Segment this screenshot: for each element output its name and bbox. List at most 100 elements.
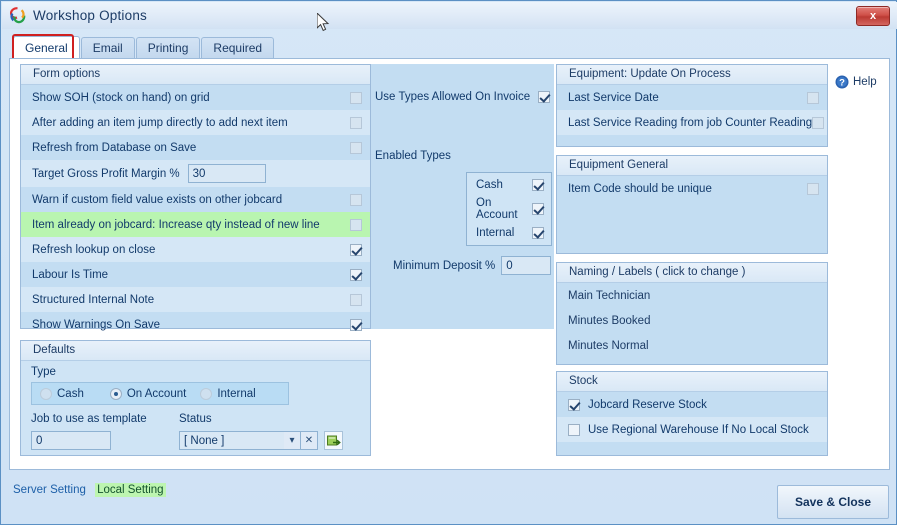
row-show-soh[interactable]: Show SOH (stock on hand) on grid xyxy=(21,85,370,110)
naming-labels-rows: Main Technician Minutes Booked Minutes N… xyxy=(557,283,827,358)
checkbox-regional-warehouse[interactable] xyxy=(568,423,580,436)
row-label: Refresh lookup on close xyxy=(32,243,156,256)
checkbox-refresh-lookup-close[interactable] xyxy=(350,243,362,256)
radio-internal[interactable] xyxy=(200,387,213,400)
row-label: Labour Is Time xyxy=(32,268,109,281)
naming-item-minutes-normal[interactable]: Minutes Normal xyxy=(557,333,827,358)
server-setting-link[interactable]: Server Setting xyxy=(13,484,86,496)
type-label: On Account xyxy=(476,197,518,221)
row-last-service-date[interactable]: Last Service Date xyxy=(557,85,827,110)
checkbox-jump-next-item[interactable] xyxy=(350,116,362,129)
row-label: Structured Internal Note xyxy=(32,293,155,306)
use-types-label: Use Types Allowed On Invoice xyxy=(375,91,531,103)
naming-label: Main Technician xyxy=(568,289,651,302)
equipment-update-group: Equipment: Update On Process Last Servic… xyxy=(556,64,828,147)
target-margin-input[interactable] xyxy=(187,164,266,183)
row-refresh-db-save[interactable]: Refresh from Database on Save xyxy=(21,135,370,160)
row-labour-is-time[interactable]: Labour Is Time xyxy=(21,262,370,287)
general-tab-panel: ? Help Form options Show SOH (stock on h… xyxy=(9,58,890,470)
window-title: Workshop Options xyxy=(33,8,148,23)
checkbox-type-cash[interactable] xyxy=(532,179,544,191)
row-label: Show Warnings On Save xyxy=(32,318,161,331)
status-label: Status xyxy=(179,413,212,425)
enabled-types-label: Enabled Types xyxy=(375,150,451,162)
enabled-types-box: Cash On Account Internal xyxy=(466,172,552,246)
row-structured-internal-note[interactable]: Structured Internal Note xyxy=(21,287,370,312)
type-label: Type xyxy=(31,366,56,378)
stock-rows: Jobcard Reserve Stock Use Regional Wareh… xyxy=(557,392,827,442)
row-label: Warn if custom field value exists on oth… xyxy=(32,193,283,206)
checkbox-use-types-allowed[interactable] xyxy=(538,91,550,103)
row-jump-next-item[interactable]: After adding an item jump directly to ad… xyxy=(21,110,370,135)
checkbox-type-internal[interactable] xyxy=(532,227,544,239)
checkbox-jobcard-reserve-stock[interactable] xyxy=(568,398,580,411)
invoice-types-section: Use Types Allowed On Invoice Enabled Typ… xyxy=(371,64,554,329)
checkbox-show-warnings-save[interactable] xyxy=(350,318,362,331)
status-input[interactable] xyxy=(179,431,284,450)
checkbox-warn-custom-field[interactable] xyxy=(350,193,362,206)
tab-email[interactable]: Email xyxy=(80,37,135,58)
form-options-title: Form options xyxy=(21,65,370,85)
row-label: Show SOH (stock on hand) on grid xyxy=(32,91,210,104)
type-row-on-account[interactable]: On Account xyxy=(467,197,551,221)
row-show-warnings-save[interactable]: Show Warnings On Save xyxy=(21,312,370,337)
defaults-fields: Job to use as template Status ▾ ✕ xyxy=(21,413,370,457)
target-margin-label: Target Gross Profit Margin % xyxy=(32,167,180,180)
chevron-down-icon[interactable]: ▾ xyxy=(284,431,301,450)
help-button[interactable]: ? Help xyxy=(835,75,877,89)
job-template-input[interactable] xyxy=(31,431,111,450)
naming-label: Minutes Normal xyxy=(568,339,649,352)
row-label: Use Regional Warehouse If No Local Stock xyxy=(588,423,809,436)
question-mark-icon: ? xyxy=(835,75,849,89)
checkbox-last-service-date[interactable] xyxy=(807,91,819,104)
row-regional-warehouse[interactable]: Use Regional Warehouse If No Local Stock xyxy=(557,417,827,442)
checkbox-item-code-unique[interactable] xyxy=(807,182,819,195)
naming-item-main-technician[interactable]: Main Technician xyxy=(557,283,827,308)
svg-text:?: ? xyxy=(839,78,845,89)
tab-strip: General Email Printing Required xyxy=(13,36,275,58)
type-row-cash[interactable]: Cash xyxy=(467,173,551,197)
type-row-internal[interactable]: Internal xyxy=(467,221,551,245)
stock-title: Stock xyxy=(557,372,827,392)
job-template-label: Job to use as template xyxy=(31,413,147,425)
status-combo[interactable]: ▾ ✕ xyxy=(179,431,343,450)
close-icon[interactable]: x xyxy=(856,6,890,26)
green-lookup-icon[interactable] xyxy=(324,431,343,450)
naming-item-minutes-booked[interactable]: Minutes Booked xyxy=(557,308,827,333)
tab-required[interactable]: Required xyxy=(201,37,275,58)
checkbox-increase-qty[interactable] xyxy=(350,218,362,231)
checkbox-show-soh[interactable] xyxy=(350,91,362,104)
tab-printing[interactable]: Printing xyxy=(135,37,201,58)
use-types-row[interactable]: Use Types Allowed On Invoice xyxy=(375,91,550,103)
min-deposit-input[interactable] xyxy=(501,256,552,275)
naming-label: Minutes Booked xyxy=(568,314,651,327)
checkbox-last-service-reading[interactable] xyxy=(812,116,825,129)
row-increase-qty[interactable]: Item already on jobcard: Increase qty in… xyxy=(21,212,370,237)
equipment-general-title: Equipment General xyxy=(557,156,827,176)
radio-cash[interactable] xyxy=(40,387,52,400)
checkbox-structured-internal-note[interactable] xyxy=(350,293,362,306)
radio-on-account[interactable] xyxy=(109,387,122,400)
checkbox-type-on-account[interactable] xyxy=(532,203,544,215)
row-warn-custom-field[interactable]: Warn if custom field value exists on oth… xyxy=(21,187,370,212)
type-label: Internal xyxy=(476,227,515,239)
row-label: Last Service Reading from job Counter Re… xyxy=(568,116,813,129)
checkbox-refresh-db-save[interactable] xyxy=(350,141,362,154)
local-setting-link[interactable]: Local Setting xyxy=(95,483,166,497)
row-last-service-reading[interactable]: Last Service Reading from job Counter Re… xyxy=(557,110,827,135)
tab-general[interactable]: General xyxy=(13,36,80,58)
row-jobcard-reserve-stock[interactable]: Jobcard Reserve Stock xyxy=(557,392,827,417)
help-label: Help xyxy=(853,76,877,88)
row-label: Item already on jobcard: Increase qty in… xyxy=(32,218,320,231)
row-item-code-unique[interactable]: Item Code should be unique xyxy=(557,176,827,201)
clear-x-icon[interactable]: ✕ xyxy=(301,431,318,450)
equipment-update-rows: Last Service Date Last Service Reading f… xyxy=(557,85,827,135)
form-options-rows: Show SOH (stock on hand) on grid After a… xyxy=(21,85,370,337)
save-and-close-button[interactable]: Save & Close xyxy=(777,485,889,519)
row-target-margin[interactable]: Target Gross Profit Margin % xyxy=(21,160,370,187)
row-refresh-lookup-close[interactable]: Refresh lookup on close xyxy=(21,237,370,262)
min-deposit-row: Minimum Deposit % xyxy=(393,256,553,275)
checkbox-labour-is-time[interactable] xyxy=(350,268,362,281)
row-label: Last Service Date xyxy=(568,91,659,104)
defaults-title: Defaults xyxy=(21,341,370,361)
